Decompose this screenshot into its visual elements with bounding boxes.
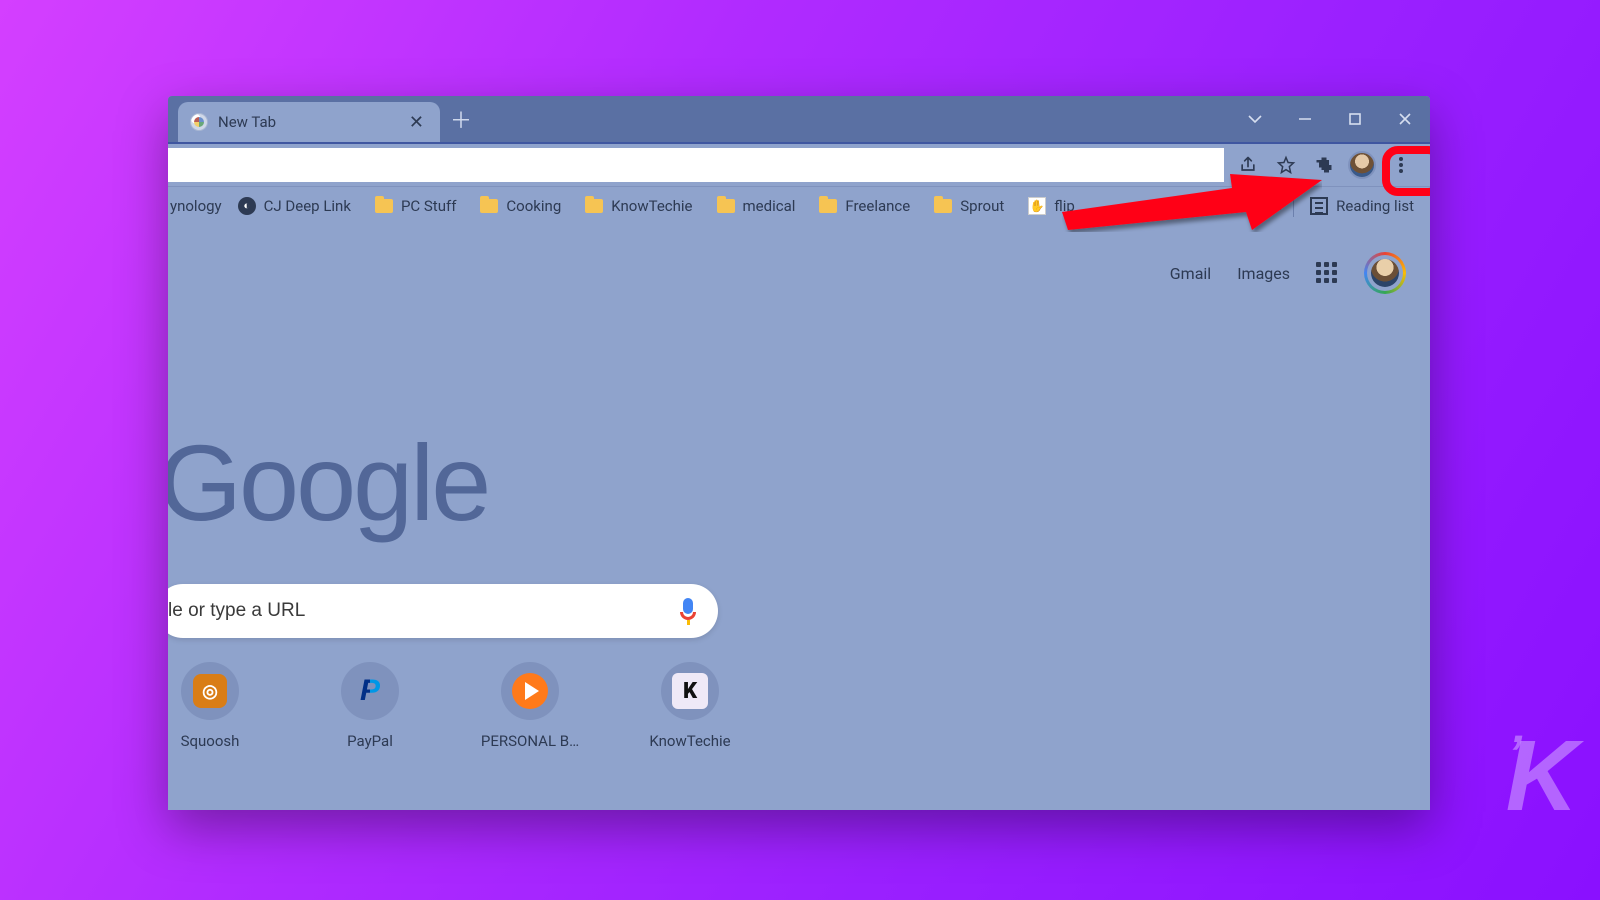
paypal-icon: P [360, 674, 380, 708]
omnibox[interactable] [168, 148, 1224, 182]
account-avatar-button[interactable] [1364, 252, 1406, 294]
bookmark-label: CJ Deep Link [264, 197, 351, 215]
new-tab-content: Gmail Images Google ◎ Squoosh P PayPal [168, 224, 1430, 810]
bookmarks-bar: ynology ◐ CJ Deep Link PC Stuff Cooking … [168, 186, 1430, 224]
browser-window: New Tab ✕ ＋ [168, 96, 1430, 810]
shortcut-label: PERSONAL B… [481, 732, 579, 750]
bookmark-label: Sprout [960, 197, 1004, 215]
shortcut-personal-b[interactable]: PERSONAL B… [486, 662, 574, 750]
extensions-icon[interactable] [1310, 151, 1338, 179]
google-logo: Google [168, 420, 488, 545]
folder-icon [819, 199, 837, 213]
divider [1293, 195, 1294, 217]
window-maximize-button[interactable] [1330, 96, 1380, 142]
toolbar [168, 142, 1430, 186]
reading-list-label: Reading list [1336, 197, 1414, 215]
bookmark-partial[interactable]: ynology [170, 197, 222, 215]
bookmark-label: flip [1054, 197, 1075, 215]
bookmark-cj-deep-link[interactable]: ◐ CJ Deep Link [230, 193, 359, 219]
google-apps-button[interactable] [1316, 262, 1338, 284]
top-links: Gmail Images [1170, 252, 1406, 294]
titlebar: New Tab ✕ ＋ [168, 96, 1430, 142]
voice-search-icon[interactable] [680, 598, 696, 625]
bookmark-folder-freelance[interactable]: Freelance [811, 193, 918, 219]
reading-list-button[interactable]: Reading list [1304, 193, 1420, 219]
knowtechie-icon: K [672, 673, 708, 709]
shortcut-paypal[interactable]: P PayPal [326, 662, 414, 750]
bookmark-folder-sprout[interactable]: Sprout [926, 193, 1012, 219]
bookmark-folder-knowtechie[interactable]: KnowTechie [577, 193, 700, 219]
tab-search-button[interactable] [1230, 96, 1280, 142]
profile-avatar-button[interactable] [1348, 151, 1376, 179]
squoosh-icon: ◎ [193, 674, 227, 708]
bookmarks-overflow-button[interactable]: » [1276, 197, 1284, 215]
shortcut-knowtechie[interactable]: K KnowTechie [646, 662, 734, 750]
folder-icon [375, 199, 393, 213]
bookmark-label: Freelance [845, 197, 910, 215]
bookmark-star-icon[interactable] [1272, 151, 1300, 179]
shortcut-label: PayPal [347, 732, 393, 750]
flipboard-icon: ✋ [1028, 197, 1046, 215]
shortcut-label: KnowTechie [649, 732, 730, 750]
bookmark-flip[interactable]: ✋ flip [1020, 193, 1083, 219]
folder-icon [717, 199, 735, 213]
bookmark-label: medical [743, 197, 796, 215]
window-close-button[interactable] [1380, 96, 1430, 142]
share-icon[interactable] [1234, 151, 1262, 179]
bookmark-label: KnowTechie [611, 197, 692, 215]
tab-new-tab[interactable]: New Tab ✕ [178, 102, 440, 142]
folder-icon [480, 199, 498, 213]
bookmark-folder-medical[interactable]: medical [709, 193, 804, 219]
images-link[interactable]: Images [1237, 264, 1290, 283]
window-controls [1230, 96, 1430, 142]
ntp-shortcuts: ◎ Squoosh P PayPal PERSONAL B… K KnowTec… [168, 662, 734, 750]
watermark: ’K [1498, 719, 1572, 834]
chrome-menu-button[interactable] [1386, 150, 1416, 180]
tab-title: New Tab [218, 113, 395, 131]
shortcut-label: Squoosh [181, 732, 240, 750]
gmail-link[interactable]: Gmail [1170, 264, 1211, 283]
bookmark-label: PC Stuff [401, 197, 456, 215]
shortcut-squoosh[interactable]: ◎ Squoosh [168, 662, 254, 750]
bookmark-folder-cooking[interactable]: Cooking [472, 193, 569, 219]
search-bar[interactable] [168, 584, 718, 638]
bookmark-folder-pc-stuff[interactable]: PC Stuff [367, 193, 464, 219]
folder-icon [934, 199, 952, 213]
new-tab-button[interactable]: ＋ [440, 96, 482, 142]
chrome-favicon-icon [190, 113, 208, 131]
tab-close-button[interactable]: ✕ [405, 110, 428, 135]
play-icon [512, 673, 548, 709]
folder-icon [585, 199, 603, 213]
search-input[interactable] [168, 600, 680, 622]
reading-list-icon [1310, 197, 1328, 215]
bookmark-label: Cooking [506, 197, 561, 215]
globe-icon: ◐ [238, 197, 256, 215]
window-minimize-button[interactable] [1280, 96, 1330, 142]
